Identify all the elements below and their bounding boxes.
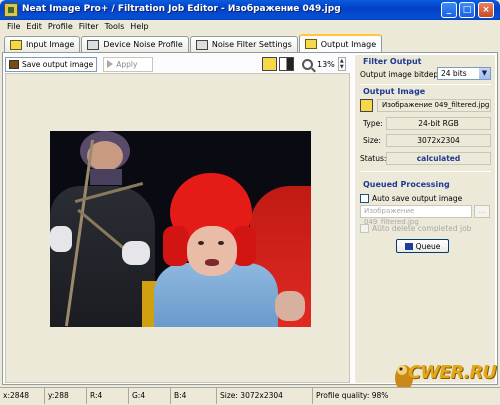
- tab-noise-filter-settings[interactable]: Noise Filter Settings: [189, 36, 298, 52]
- bitdepth-value: 24 bits: [441, 69, 467, 78]
- chevron-down-icon[interactable]: ▼: [479, 68, 490, 79]
- minimize-button[interactable]: _: [441, 2, 457, 18]
- tab-label: Device Noise Profile: [103, 40, 183, 49]
- tab-input-image[interactable]: Input Image: [4, 36, 81, 52]
- play-icon: [107, 60, 114, 68]
- status-y: y:288: [45, 388, 87, 404]
- window-title: Neat Image Pro+ / Filtration Job Editor …: [22, 4, 341, 14]
- device-profile-icon: [87, 39, 100, 50]
- input-image-icon: [10, 39, 22, 50]
- image-viewport[interactable]: [5, 73, 350, 383]
- tab-device-noise-profile[interactable]: Device Noise Profile: [81, 36, 189, 52]
- zoom-spinner[interactable]: ▲ ▼: [337, 57, 346, 71]
- auto-delete-checkbox[interactable]: [360, 224, 369, 233]
- status-quality: Profile quality: 98%: [316, 391, 389, 400]
- menu-tools[interactable]: Tools: [102, 20, 128, 34]
- output-image-title: Output Image: [363, 87, 426, 96]
- divider: [360, 171, 491, 172]
- apply-button[interactable]: Apply: [103, 56, 154, 72]
- save-output-image-button[interactable]: Save output image: [5, 56, 98, 72]
- tab-label: Output Image: [320, 39, 377, 49]
- type-label: Type:: [363, 119, 383, 128]
- output-file-row: Изображение 049_filtered.jpg *: [360, 98, 491, 113]
- status-g: G:4: [129, 388, 171, 404]
- output-image-icon: [304, 39, 317, 49]
- browse-button[interactable]: ...: [474, 205, 490, 218]
- title-bar: Neat Image Pro+ / Filtration Job Editor …: [0, 0, 500, 20]
- size-label: Size:: [363, 136, 381, 145]
- menu-edit[interactable]: Edit: [23, 20, 45, 34]
- toolbar: Save output image Apply: [5, 56, 159, 72]
- filter-output-title: Filter Output: [363, 57, 422, 66]
- menu-file[interactable]: File: [4, 20, 23, 34]
- filter-settings-icon: [195, 39, 208, 50]
- apply-label: Apply: [116, 59, 138, 69]
- app-icon[interactable]: [4, 3, 18, 17]
- menu-profile[interactable]: Profile: [45, 20, 76, 34]
- auto-save-label: Auto save output image: [372, 194, 463, 203]
- save-output-image-label: Save output image: [22, 59, 94, 69]
- auto-save-checkbox[interactable]: [360, 194, 369, 203]
- tab-label: Input Image: [26, 40, 75, 49]
- queue-label: Queue: [415, 241, 441, 251]
- output-file-icon[interactable]: [360, 99, 373, 112]
- queue-icon: [404, 242, 413, 250]
- size-value: 3072x2304: [386, 134, 491, 147]
- view-output-icon[interactable]: [262, 57, 277, 71]
- divider: [360, 84, 491, 85]
- menu-filter[interactable]: Filter: [76, 20, 102, 34]
- queued-processing-title: Queued Processing: [363, 180, 450, 189]
- status-bar: x:2848 y:288 R:4 G:4 B:4 Size: 3072x2304…: [0, 387, 500, 405]
- output-filename: Изображение 049_filtered.jpg *: [377, 99, 491, 112]
- status-r: R:4: [87, 388, 129, 404]
- bitdepth-label: Output image bitdepth:: [360, 70, 449, 79]
- status-b: B:4: [171, 388, 217, 404]
- menu-bar: File Edit Profile Filter Tools Help: [0, 20, 500, 34]
- status-label: Status:: [360, 154, 387, 163]
- tab-strip: Input Image Device Noise Profile Noise F…: [4, 34, 383, 52]
- queue-filename-input[interactable]: Изображение 049_filtered.jpg: [360, 205, 472, 226]
- output-photo: [50, 131, 311, 327]
- status-size: Size: 3072x2304: [217, 388, 313, 404]
- zoom-level: 13%: [317, 59, 335, 69]
- type-value: 24-bit RGB: [386, 117, 491, 130]
- tab-output-image[interactable]: Output Image: [298, 34, 383, 52]
- menu-help[interactable]: Help: [127, 20, 151, 34]
- queue-button[interactable]: Queue: [396, 239, 449, 253]
- save-icon: [9, 59, 19, 69]
- view-tools: 13% ▲ ▼: [262, 57, 346, 71]
- tab-label: Noise Filter Settings: [211, 40, 292, 49]
- bitdepth-select[interactable]: 24 bits ▼: [437, 67, 491, 80]
- status-value: calculated: [386, 152, 491, 165]
- view-compare-icon[interactable]: [279, 57, 294, 71]
- maximize-button[interactable]: □: [459, 2, 475, 18]
- auto-delete-label: Auto delete completed job: [372, 224, 472, 233]
- zoom-icon[interactable]: [302, 58, 313, 70]
- status-x: x:2848: [0, 388, 45, 404]
- close-button[interactable]: ×: [478, 2, 494, 18]
- watermark-text: CWER.RU: [408, 362, 497, 383]
